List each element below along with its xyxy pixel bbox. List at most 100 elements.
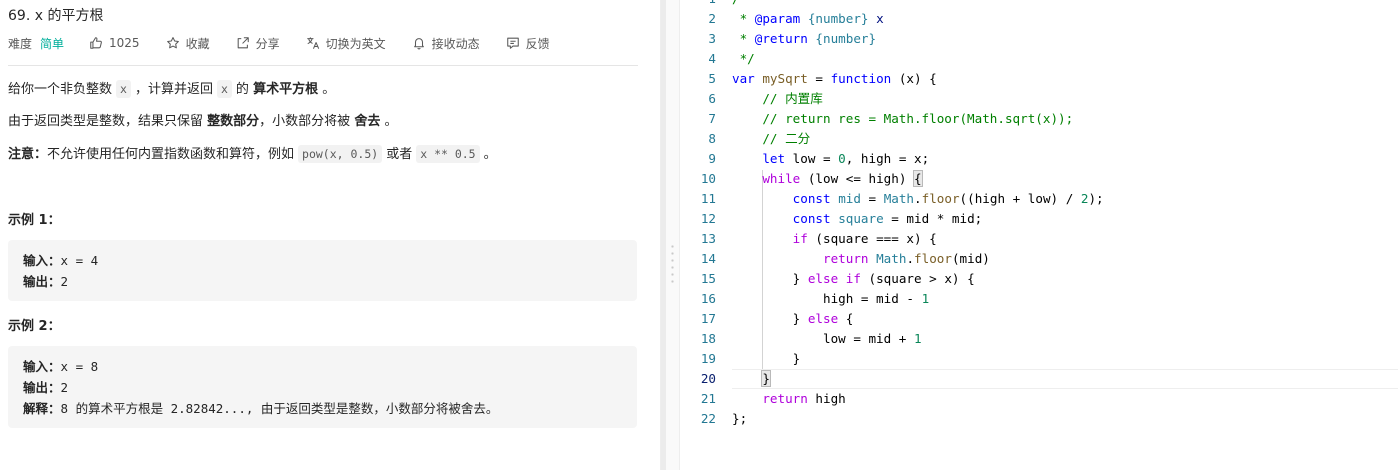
code-line[interactable]: // 内置库 <box>732 89 1398 109</box>
code-line[interactable]: return Math.floor(mid) <box>732 249 1398 269</box>
feedback-icon <box>506 37 519 49</box>
code-line[interactable]: } else if (square > x) { <box>732 269 1398 289</box>
code-token: low = mid + <box>732 331 914 346</box>
desc-text: ，小数部分将被 <box>259 114 351 129</box>
comment-token: * <box>732 11 755 26</box>
code-token: (low <= high) <box>800 171 914 186</box>
code-line[interactable]: high = mid - 1 <box>732 289 1398 309</box>
code-line[interactable]: } else { <box>732 309 1398 329</box>
code-token: , high = x; <box>845 151 930 166</box>
code-token: = <box>807 71 831 86</box>
code-token: ); <box>1088 191 1104 206</box>
favorite-button[interactable]: 收藏 <box>166 35 210 52</box>
line-number: 17 <box>700 311 716 326</box>
line-number-current: 20 <box>700 371 716 386</box>
code-line-current[interactable]: } <box>732 369 1398 389</box>
code-token: (square > x) { <box>860 271 975 286</box>
control-keyword-token: if <box>792 231 808 246</box>
code-line[interactable]: // return res = Math.floor(Math.sqrt(x))… <box>732 109 1398 129</box>
share-button[interactable]: 分享 <box>236 35 280 52</box>
const-name-token: mid <box>838 191 861 206</box>
code-line[interactable]: var mySqrt = function (x) { <box>732 69 1398 89</box>
problem-title: 69. x 的平方根 <box>8 8 104 24</box>
control-keyword-token: if <box>845 271 861 286</box>
code-content[interactable]: /** * @param {number} x * @return {numbe… <box>732 0 1398 429</box>
code-line[interactable]: }; <box>732 409 1398 429</box>
line-number: 22 <box>700 411 716 426</box>
share-icon <box>237 37 249 49</box>
code-line[interactable]: if (square === x) { <box>732 229 1398 249</box>
feedback-label: 反馈 <box>525 36 550 51</box>
problem-panel: 69. x 的平方根 难度 简单 1025 收藏 分享 切换为英文 接收动态 反… <box>0 0 660 470</box>
control-keyword-token: else <box>807 311 839 326</box>
code-line[interactable]: const mid = Math.floor((high + low) / 2)… <box>732 189 1398 209</box>
code-line[interactable]: } <box>732 349 1398 369</box>
code-token: high = mid - <box>732 291 922 306</box>
panel-resize-handle[interactable] <box>660 0 680 470</box>
desc-text: 。 <box>384 114 398 129</box>
note-text: 不允许使用任何内置指数函数和算符，例如 <box>47 147 295 162</box>
line-number: 16 <box>700 291 716 306</box>
line-number: 13 <box>700 231 716 246</box>
output-value: 2 <box>60 380 69 395</box>
line-number: 3 <box>708 31 716 46</box>
keyword-token: function <box>830 71 892 86</box>
note-text: 。 <box>483 147 497 162</box>
output-value: 2 <box>60 274 69 289</box>
keyword-token: const <box>792 191 831 206</box>
code-line[interactable]: low = mid + 1 <box>732 329 1398 349</box>
number-token: 1 <box>921 291 930 306</box>
note-paragraph: 注意：不允许使用任何内置指数函数和算符，例如 pow(x, 0.5) 或者 x ** … <box>8 144 497 165</box>
desc-text: 。 <box>322 82 336 97</box>
comment-token: // 二分 <box>732 131 811 146</box>
code-line[interactable]: * @return {number} <box>732 29 1398 49</box>
desc-strong: 舍去 <box>354 114 381 129</box>
code-line[interactable]: let low = 0, high = x; <box>732 149 1398 169</box>
line-number: 12 <box>700 211 716 226</box>
feedback-button[interactable]: 反馈 <box>506 35 550 52</box>
example-1-heading: 示例 1： <box>8 213 61 228</box>
keyword-token: const <box>792 211 831 226</box>
inline-code: x <box>216 80 232 98</box>
switch-language-button[interactable]: 切换为英文 <box>306 35 386 52</box>
code-token: high <box>807 391 846 406</box>
control-keyword-token: return <box>762 391 808 406</box>
control-keyword-token: while <box>762 171 801 186</box>
line-number: 18 <box>700 331 716 346</box>
notify-button[interactable]: 接收动态 <box>412 35 480 52</box>
input-label: 输入： <box>23 359 61 374</box>
keyword-token: let <box>762 151 786 166</box>
inline-code: x ** 0.5 <box>416 145 480 163</box>
line-number: 4 <box>708 51 716 66</box>
example-2-input: 输入：x = 8 <box>23 356 622 377</box>
code-token: = <box>860 191 884 206</box>
code-line[interactable]: */ <box>732 49 1398 69</box>
input-label: 输入： <box>23 253 61 268</box>
example-2-heading: 示例 2： <box>8 319 61 334</box>
code-line[interactable]: // 二分 <box>732 129 1398 149</box>
code-line[interactable]: * @param {number} x <box>732 9 1398 29</box>
comment-token: /** <box>732 0 755 6</box>
like-button[interactable]: 1025 <box>89 36 140 50</box>
input-value: x = 4 <box>60 253 99 268</box>
code-line[interactable]: while (low <= high) { <box>732 169 1398 189</box>
line-number: 2 <box>708 11 716 26</box>
code-line[interactable]: /** <box>732 0 1398 9</box>
control-keyword-token: else <box>807 271 839 286</box>
input-value: x = 8 <box>60 359 99 374</box>
number-token: 0 <box>838 151 846 166</box>
code-token: (square === x) { <box>807 231 937 246</box>
code-token: { <box>838 311 854 326</box>
method-token: floor <box>914 251 952 266</box>
jsdoc-type-token: {number} <box>807 11 869 26</box>
code-line[interactable]: return high <box>732 389 1398 409</box>
code-line[interactable]: const square = mid * mid; <box>732 209 1398 229</box>
code-editor[interactable]: 1 2 3 4 5 6 7 8 9 10 11 12 13 14 15 16 1… <box>680 0 1398 470</box>
scrollbar-track[interactable] <box>661 0 666 470</box>
